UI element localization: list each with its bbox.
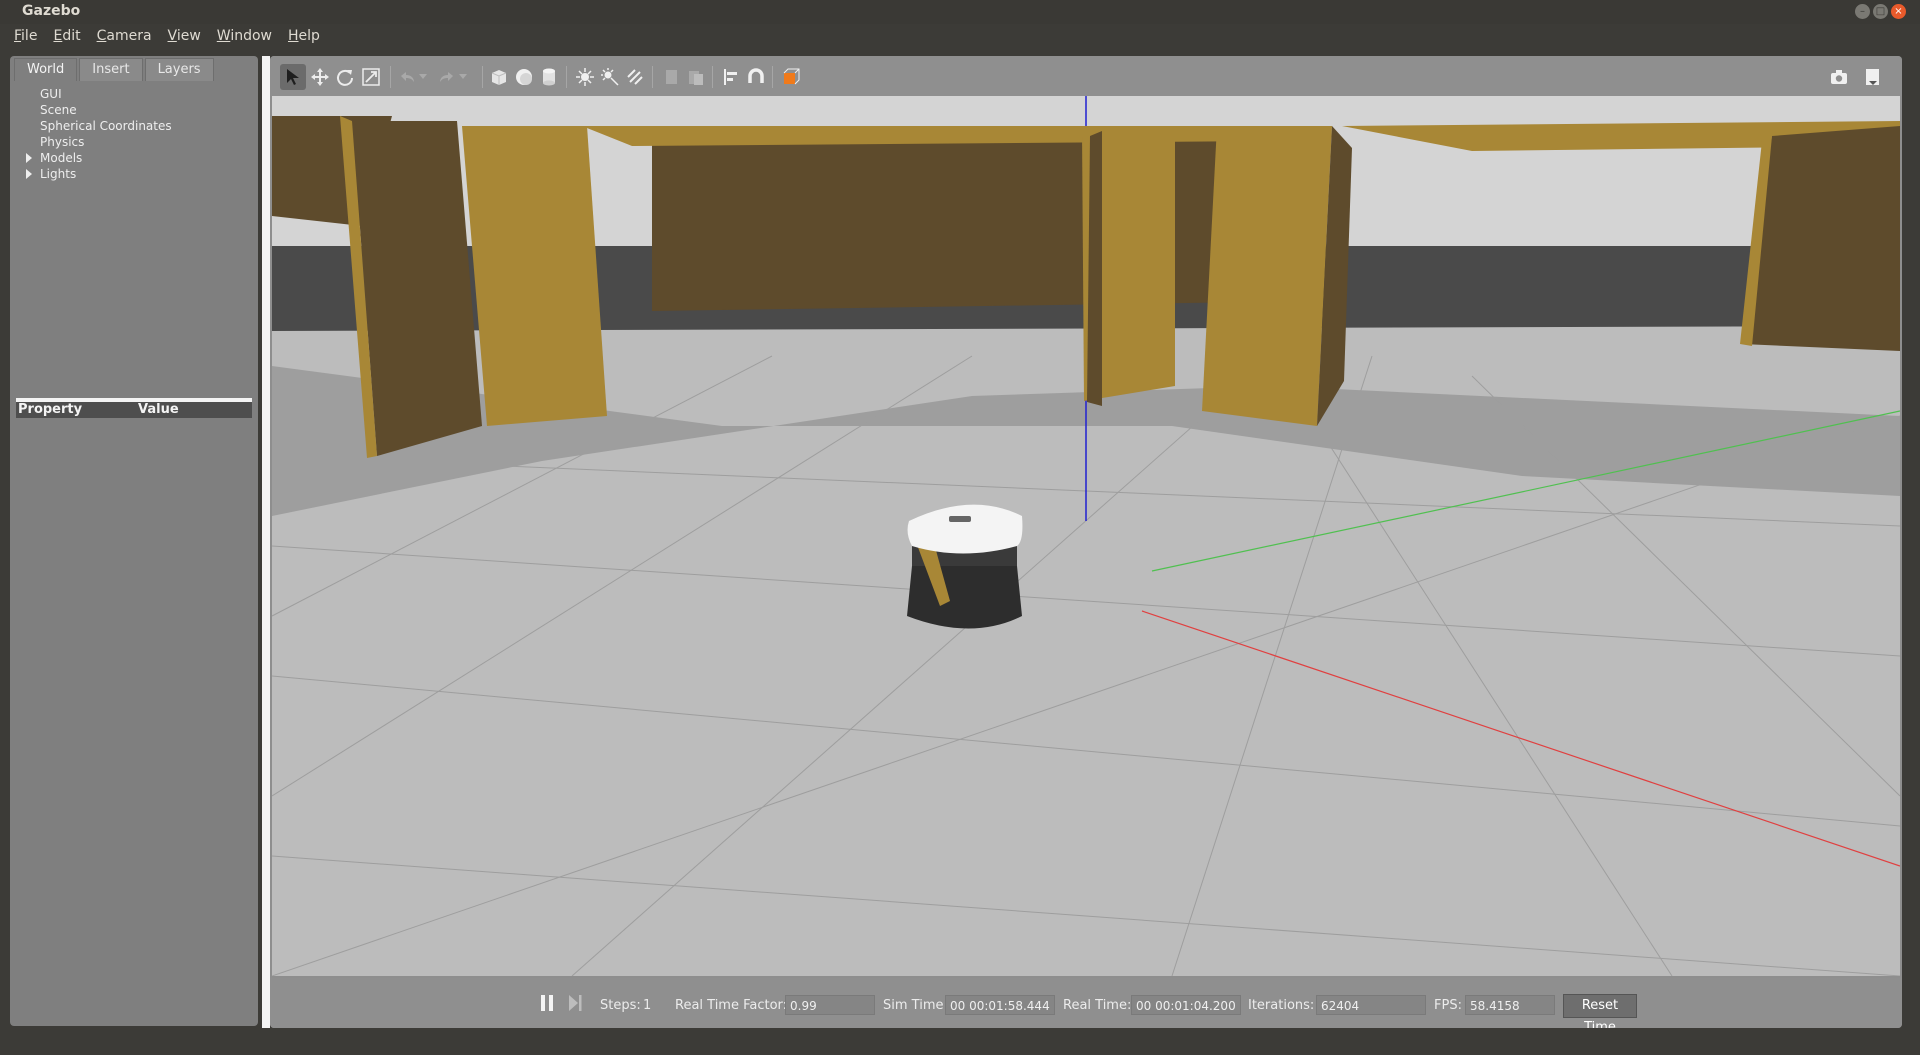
menu-bar: File Edit Camera View Window Help bbox=[0, 24, 1920, 50]
rotate-icon[interactable] bbox=[332, 64, 358, 90]
sim-time-label: Sim Time: bbox=[883, 998, 948, 1013]
steps-value[interactable]: 1 bbox=[643, 998, 651, 1013]
menu-view[interactable]: View bbox=[160, 24, 209, 50]
pause-icon[interactable] bbox=[534, 990, 560, 1016]
tree-item-gui[interactable]: GUI bbox=[10, 86, 258, 102]
render-window: Steps: 1 Real Time Factor: 0.99 Sim Time… bbox=[270, 56, 1902, 1028]
point-light-icon[interactable] bbox=[572, 64, 598, 90]
view-angle-icon[interactable] bbox=[778, 64, 804, 90]
toolbar-separator bbox=[390, 66, 391, 88]
wall-panel-right-1 bbox=[1202, 126, 1332, 426]
tab-insert[interactable]: Insert bbox=[79, 58, 143, 81]
fps-label: FPS: bbox=[1434, 998, 1462, 1013]
value-column-header: Value bbox=[138, 402, 179, 417]
tab-world[interactable]: World bbox=[14, 58, 78, 81]
toolbar-separator bbox=[482, 66, 483, 88]
cylinder-shape-icon[interactable] bbox=[536, 64, 562, 90]
tree-item-scene[interactable]: Scene bbox=[10, 102, 258, 118]
wall-panel-left-2 bbox=[462, 126, 607, 426]
rtf-label: Real Time Factor: bbox=[675, 998, 788, 1013]
step-icon[interactable] bbox=[562, 990, 588, 1016]
tree-item-spherical-coordinates[interactable]: Spherical Coordinates bbox=[10, 118, 258, 134]
panel-splitter[interactable] bbox=[262, 56, 270, 1028]
left-tabs: World Insert Layers bbox=[14, 58, 214, 81]
menu-camera[interactable]: Camera bbox=[89, 24, 160, 50]
status-bar: Steps: 1 Real Time Factor: 0.99 Sim Time… bbox=[270, 978, 1902, 1028]
iterations-label: Iterations: bbox=[1248, 998, 1315, 1013]
sim-time-field: 00 00:01:58.444 bbox=[945, 995, 1055, 1015]
log-icon[interactable] bbox=[1860, 64, 1886, 90]
real-time-label: Real Time: bbox=[1063, 998, 1132, 1013]
left-panel: World Insert Layers GUI Scene Spherical … bbox=[10, 56, 258, 1026]
window-controls: – □ × bbox=[1855, 4, 1906, 19]
toolbar-separator bbox=[712, 66, 713, 88]
box-shape-icon[interactable] bbox=[486, 64, 512, 90]
snap-magnet-icon[interactable] bbox=[743, 64, 769, 90]
menu-window[interactable]: Window bbox=[209, 24, 280, 50]
scene-viewport[interactable] bbox=[272, 96, 1900, 976]
tab-layers[interactable]: Layers bbox=[144, 58, 214, 81]
toolbar-separator bbox=[566, 66, 567, 88]
real-time-field: 00 00:01:04.200 bbox=[1131, 995, 1241, 1015]
toolbar bbox=[270, 56, 1902, 96]
sphere-shape-icon[interactable] bbox=[511, 64, 537, 90]
expand-arrow-icon[interactable] bbox=[26, 153, 32, 163]
minimize-button[interactable]: – bbox=[1855, 4, 1870, 19]
screenshot-icon[interactable] bbox=[1826, 64, 1852, 90]
toolbar-separator bbox=[652, 66, 653, 88]
scale-icon[interactable] bbox=[358, 64, 384, 90]
reset-time-button[interactable]: Reset Time bbox=[1563, 994, 1637, 1028]
toolbar-separator bbox=[772, 66, 773, 88]
rtf-field: 0.99 bbox=[785, 995, 875, 1015]
fps-field: 58.4158 bbox=[1465, 995, 1555, 1015]
expand-arrow-icon[interactable] bbox=[26, 169, 32, 179]
turtlebot-robot[interactable] bbox=[907, 504, 1023, 629]
spot-light-icon[interactable] bbox=[597, 64, 623, 90]
title-bar: Gazebo – □ × bbox=[0, 0, 1920, 24]
world-tree: GUI Scene Spherical Coordinates Physics … bbox=[10, 86, 258, 182]
menu-edit[interactable]: Edit bbox=[45, 24, 88, 50]
iterations-field: 62404 bbox=[1316, 995, 1426, 1015]
property-column-header: Property bbox=[18, 402, 83, 417]
redo-history-chevron-down-icon[interactable] bbox=[456, 64, 470, 90]
window-title: Gazebo bbox=[22, 3, 81, 19]
menu-file[interactable]: File bbox=[6, 24, 45, 50]
select-arrow-icon[interactable] bbox=[280, 64, 306, 90]
tree-item-models[interactable]: Models bbox=[10, 150, 258, 166]
tree-item-physics[interactable]: Physics bbox=[10, 134, 258, 150]
paste-icon[interactable] bbox=[683, 64, 709, 90]
undo-history-chevron-down-icon[interactable] bbox=[416, 64, 430, 90]
maximize-button[interactable]: □ bbox=[1873, 4, 1888, 19]
copy-icon[interactable] bbox=[658, 64, 684, 90]
steps-label: Steps: bbox=[600, 998, 641, 1013]
directional-light-icon[interactable] bbox=[622, 64, 648, 90]
property-table-header: Property Value bbox=[16, 398, 252, 418]
tree-item-lights[interactable]: Lights bbox=[10, 166, 258, 182]
align-icon[interactable] bbox=[718, 64, 744, 90]
close-button[interactable]: × bbox=[1891, 4, 1906, 19]
translate-icon[interactable] bbox=[307, 64, 333, 90]
menu-help[interactable]: Help bbox=[280, 24, 328, 50]
